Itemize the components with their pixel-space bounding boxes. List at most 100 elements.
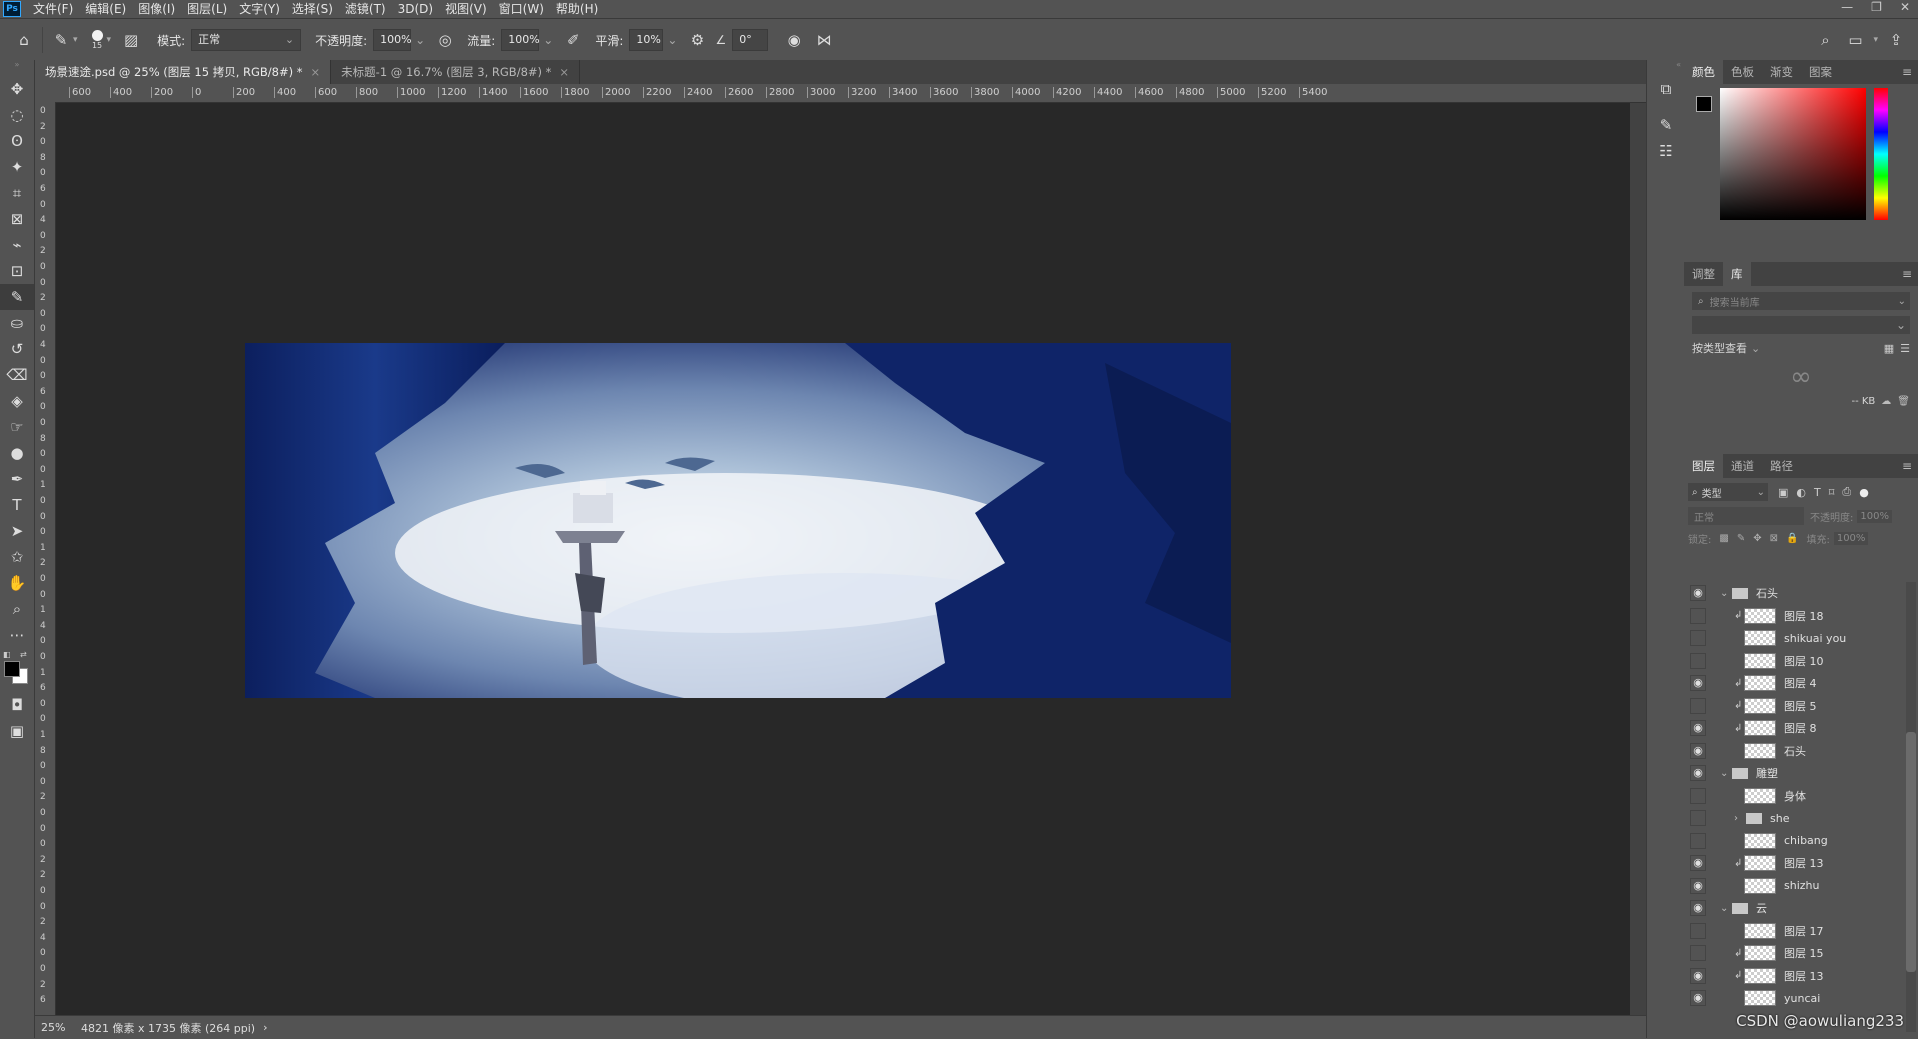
chevron-down-icon[interactable]: ⌄: [1720, 768, 1732, 779]
library-search-input[interactable]: ⌕ 搜索当前库 ⌄: [1692, 292, 1910, 310]
close-icon[interactable]: ×: [311, 65, 321, 79]
tab-libraries[interactable]: 库: [1723, 262, 1751, 286]
lock-all-icon[interactable]: 🔒: [1786, 533, 1798, 544]
layer-row[interactable]: ↲ 图层 5: [1684, 695, 1914, 717]
hue-slider[interactable]: [1874, 88, 1888, 220]
type-filter-icon[interactable]: T: [1814, 486, 1821, 499]
layer-row[interactable]: 图层 17: [1684, 920, 1914, 942]
menu-item[interactable]: 选择(S): [286, 0, 339, 18]
zoom-tool-icon[interactable]: ⌕: [0, 596, 34, 622]
chevron-down-icon[interactable]: ⌄: [1720, 588, 1732, 599]
angle-input[interactable]: 0°: [732, 29, 769, 51]
menu-item[interactable]: 文字(Y): [233, 0, 286, 18]
visibility-eye-icon[interactable]: ◉: [1690, 855, 1706, 871]
visibility-eye-icon[interactable]: ◉: [1690, 900, 1706, 916]
layer-row[interactable]: ◉ ⌄ 石头: [1684, 582, 1914, 604]
layer-row[interactable]: 身体: [1684, 785, 1914, 807]
menu-item[interactable]: 窗口(W): [493, 0, 550, 18]
move-tool-icon[interactable]: ✥: [0, 76, 34, 102]
list-view-icon[interactable]: ☰: [1900, 342, 1910, 355]
brush-settings-icon[interactable]: ▨: [119, 28, 143, 52]
visibility-eye-icon[interactable]: [1690, 945, 1706, 961]
chevron-down-icon[interactable]: ⌄: [415, 33, 425, 47]
foreground-color-swatch[interactable]: [1696, 96, 1712, 112]
swap-colors-icon[interactable]: ⇄: [20, 650, 27, 659]
screen-mode-icon[interactable]: ▣: [0, 718, 34, 744]
foreground-color-swatch[interactable]: [4, 661, 20, 677]
menu-item[interactable]: 视图(V): [439, 0, 493, 18]
eyedropper-tool-icon[interactable]: ⌁: [0, 232, 34, 258]
vertical-scrollbar[interactable]: [1630, 103, 1646, 1015]
crop-tool-icon[interactable]: ⌗: [0, 180, 34, 206]
visibility-eye-icon[interactable]: ◉: [1690, 990, 1706, 1006]
chevron-down-icon[interactable]: ⌄: [543, 33, 553, 47]
layer-row[interactable]: 图层 10: [1684, 650, 1914, 672]
tab-document-2[interactable]: 未标题-1 @ 16.7% (图层 3, RGB/8#) * ×: [331, 60, 581, 84]
pixel-filter-icon[interactable]: ▣: [1778, 486, 1788, 499]
visibility-eye-icon[interactable]: [1690, 630, 1706, 646]
blend-mode-select[interactable]: 正常: [1688, 507, 1804, 525]
smoothing-input[interactable]: 10%: [629, 29, 664, 51]
more-tools-icon[interactable]: ⋯: [0, 622, 34, 648]
menu-item[interactable]: 编辑(E): [79, 0, 132, 18]
share-icon[interactable]: ⇪: [1884, 28, 1908, 52]
view-by-type-dropdown[interactable]: 按类型查看: [1692, 340, 1747, 356]
fill-input[interactable]: 100%: [1833, 531, 1869, 545]
layer-row[interactable]: shikuai you: [1684, 627, 1914, 649]
dodge-tool-icon[interactable]: ●: [0, 440, 34, 466]
tab-paths[interactable]: 路径: [1762, 454, 1801, 478]
visibility-eye-icon[interactable]: ◉: [1690, 742, 1706, 759]
layer-row[interactable]: ◉ ⌄ 雕塑: [1684, 762, 1914, 784]
healing-brush-tool-icon[interactable]: ⊡: [0, 258, 34, 284]
layers-scrollbar[interactable]: [1906, 582, 1916, 1032]
color-picker-field[interactable]: [1720, 88, 1866, 220]
layer-row[interactable]: ◉ yuncai: [1684, 987, 1914, 1009]
adjustment-filter-icon[interactable]: ◐: [1796, 486, 1806, 499]
chevron-down-icon[interactable]: ▾: [107, 35, 112, 45]
path-selection-tool-icon[interactable]: ➤: [0, 518, 34, 544]
zoom-level[interactable]: 25%: [41, 1021, 75, 1034]
tab-gradients[interactable]: 渐变: [1762, 60, 1801, 84]
lock-artboard-icon[interactable]: ⊠: [1770, 533, 1778, 544]
default-colors-icon[interactable]: ◧: [3, 650, 11, 659]
clone-stamp-tool-icon[interactable]: ⛀: [0, 310, 34, 336]
menu-item[interactable]: 图层(L): [181, 0, 233, 18]
chevron-down-icon[interactable]: ▾: [73, 35, 78, 45]
canvas-viewport[interactable]: [56, 103, 1646, 1003]
minimize-icon[interactable]: —: [1841, 0, 1853, 14]
brush-preset-picker[interactable]: 15: [91, 30, 103, 50]
visibility-eye-icon[interactable]: [1690, 922, 1706, 939]
tab-color[interactable]: 颜色: [1684, 60, 1723, 84]
shape-tool-icon[interactable]: ✩: [0, 544, 34, 570]
visibility-eye-icon[interactable]: ◉: [1690, 765, 1706, 781]
chevron-down-icon[interactable]: ⌄: [1751, 342, 1760, 355]
collapse-icon[interactable]: »: [0, 60, 34, 76]
mode-select[interactable]: 正常 ⌄: [191, 29, 302, 51]
chevron-down-icon[interactable]: ▾: [1873, 35, 1878, 45]
brush-tool-icon[interactable]: ✎: [49, 28, 73, 52]
opacity-input[interactable]: 100%: [373, 29, 412, 51]
brush-tool-icon[interactable]: ✎: [0, 284, 34, 310]
pen-tool-icon[interactable]: ✒: [0, 466, 34, 492]
marquee-tool-icon[interactable]: ◌: [0, 102, 34, 128]
layer-filter-select[interactable]: ⌕ 类型 ⌄: [1688, 483, 1768, 501]
layer-row[interactable]: ◉ ↲ 图层 4: [1684, 672, 1914, 694]
eraser-tool-icon[interactable]: ⌫: [0, 362, 34, 388]
layer-row[interactable]: ◉ ↲ 图层 13: [1684, 965, 1914, 987]
panel-menu-icon[interactable]: ≡: [1902, 65, 1912, 79]
layer-opacity-input[interactable]: 100%: [1857, 509, 1892, 523]
chevron-right-icon[interactable]: ›: [1734, 813, 1746, 824]
smart-object-filter-icon[interactable]: ⎙: [1842, 485, 1851, 499]
pressure-size-icon[interactable]: ◉: [782, 28, 806, 52]
magic-wand-tool-icon[interactable]: ✦: [0, 154, 34, 180]
history-brush-tool-icon[interactable]: ↺: [0, 336, 34, 362]
layer-row[interactable]: ↲ 图层 18: [1684, 605, 1914, 627]
menu-item[interactable]: 滤镜(T): [339, 0, 392, 18]
tab-patterns[interactable]: 图案: [1801, 60, 1840, 84]
layer-row[interactable]: chibang: [1684, 830, 1914, 852]
menu-item[interactable]: 帮助(H): [550, 0, 604, 18]
panel-menu-icon[interactable]: ≡: [1902, 267, 1912, 281]
history-panel-icon[interactable]: ⧉: [1647, 76, 1685, 102]
tab-layers[interactable]: 图层: [1684, 454, 1723, 478]
visibility-eye-icon[interactable]: ◉: [1690, 585, 1706, 601]
